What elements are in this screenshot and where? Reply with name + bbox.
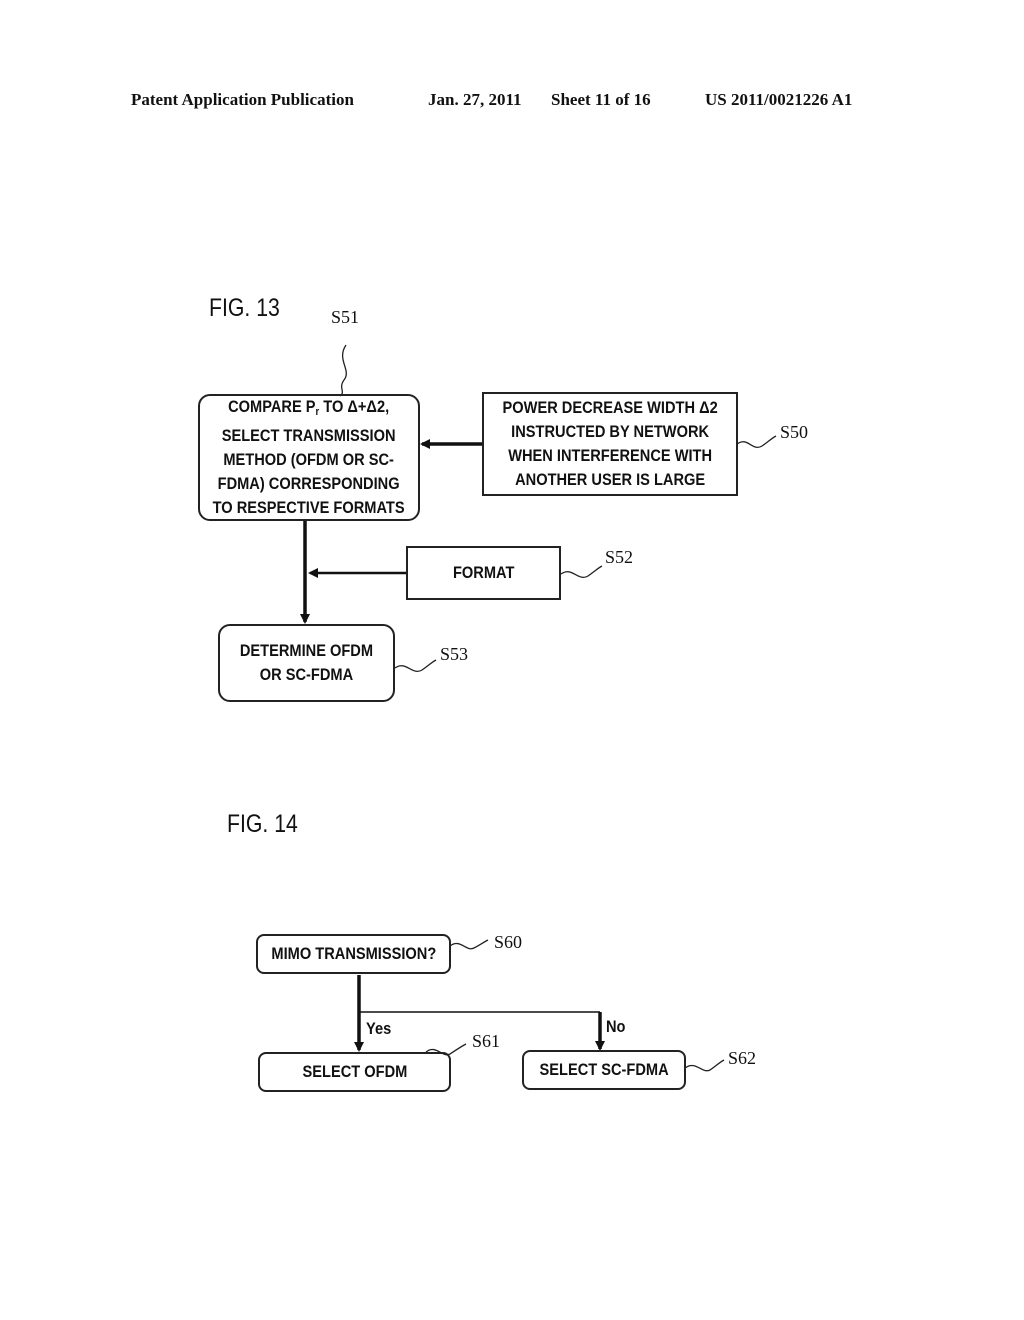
s61-ref: S61: [472, 1031, 501, 1051]
s60-mimo-box: MIMO TRANSMISSION?: [256, 934, 451, 974]
s52-format-box: FORMAT: [406, 546, 561, 600]
s51-line-3: METHOD (OFDM OR SC-: [223, 450, 395, 469]
s51-line-4: FDMA) CORRESPONDING: [218, 474, 400, 493]
s53-line-2: OR SC-FDMA: [259, 665, 354, 684]
connector-lines: [300, 344, 777, 1072]
s53-ref: S53: [440, 644, 469, 664]
s52-ref: S52: [605, 547, 634, 567]
s50-line-3: WHEN INTERFERENCE WITH: [508, 446, 712, 465]
s61-text: SELECT OFDM: [302, 1062, 407, 1081]
s50-line-1: POWER DECREASE WIDTH Δ2: [502, 398, 718, 417]
s52-leader: [560, 565, 603, 578]
s52-text: FORMAT: [452, 563, 515, 582]
s51-ref: S51: [331, 307, 360, 327]
s61-select-ofdm-box: SELECT OFDM: [258, 1052, 451, 1092]
s60-text: MIMO TRANSMISSION?: [271, 944, 436, 963]
s62-select-scfdma-box: SELECT SC-FDMA: [522, 1050, 686, 1090]
s51-text-b: TO Δ+Δ2,: [319, 397, 390, 416]
s53-leader: [394, 659, 437, 672]
s53-line-1: DETERMINE OFDM: [239, 641, 374, 660]
s53-determine-box: DETERMINE OFDM OR SC-FDMA: [218, 624, 395, 702]
s51-line-1: COMPARE Pr TO Δ+Δ2,: [213, 395, 405, 424]
s51-line-2: SELECT TRANSMISSION: [222, 426, 396, 445]
s51-line-5: TO RESPECTIVE FORMATS: [213, 498, 405, 517]
s60-leader: [449, 939, 489, 950]
s51-text-a: COMPARE P: [228, 397, 316, 416]
s50-power-decrease-box: POWER DECREASE WIDTH Δ2 INSTRUCTED BY NE…: [482, 392, 738, 496]
s51-leader: [339, 344, 347, 397]
s62-leader: [684, 1059, 725, 1072]
s62-ref: S62: [728, 1048, 757, 1068]
s62-text: SELECT SC-FDMA: [539, 1060, 669, 1079]
s50-leader: [736, 435, 777, 448]
yes-label: Yes: [366, 1019, 392, 1038]
fig13-title: FIG. 13: [209, 294, 280, 322]
s50-line-4: ANOTHER USER IS LARGE: [514, 470, 706, 489]
s50-ref: S50: [780, 422, 809, 442]
s50-line-2: INSTRUCTED BY NETWORK: [511, 422, 709, 441]
fig14-title: FIG. 14: [227, 810, 298, 838]
s60-ref: S60: [494, 932, 523, 952]
no-label: No: [606, 1017, 626, 1036]
s51-compare-box: COMPARE Pr TO Δ+Δ2, SELECT TRANSMISSION …: [198, 394, 420, 521]
